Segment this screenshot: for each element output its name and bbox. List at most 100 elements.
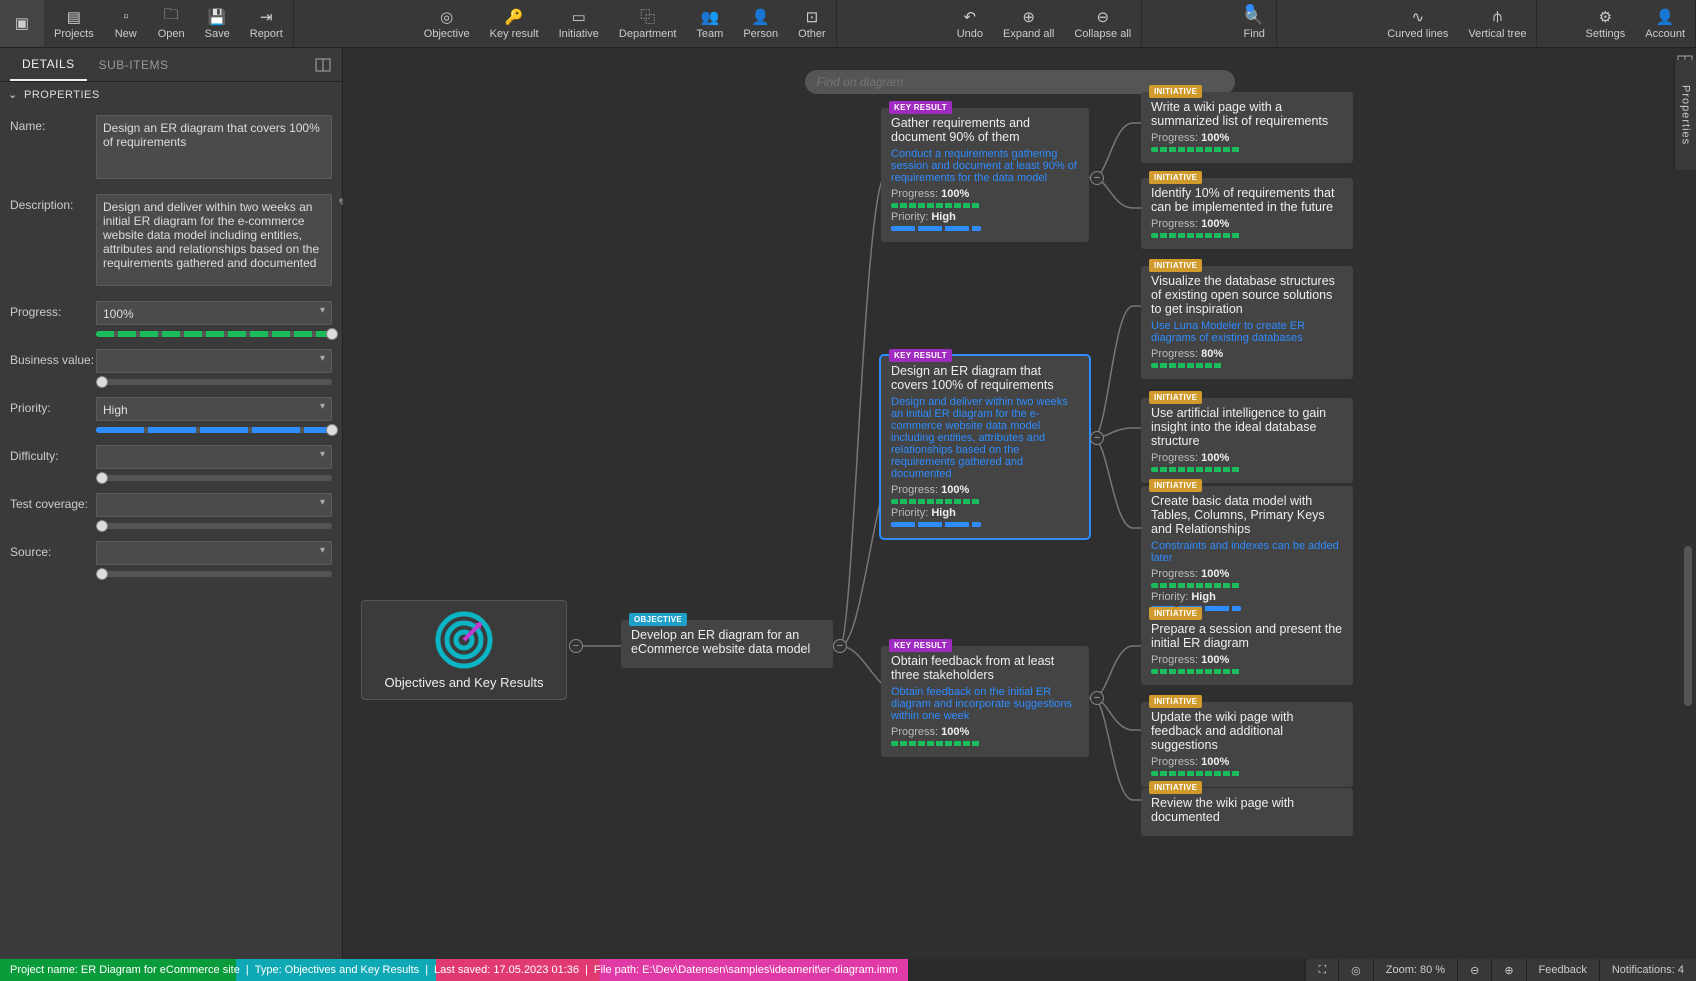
settings-icon: ⚙ bbox=[1596, 8, 1614, 26]
settings-button[interactable]: ⚙Settings bbox=[1576, 0, 1636, 47]
find-button[interactable]: 🔍 Find bbox=[1232, 0, 1276, 47]
vertical-tree-icon: ⫛ bbox=[1488, 8, 1506, 26]
vertical-scrollbar[interactable] bbox=[1684, 546, 1692, 706]
open-button[interactable]: 🗀Open bbox=[148, 0, 195, 47]
app-icon-button[interactable]: ▣ bbox=[0, 0, 44, 47]
priority-slider-handle[interactable] bbox=[326, 424, 338, 436]
objective-button[interactable]: ◎Objective bbox=[414, 0, 480, 47]
undo-button[interactable]: ↶Undo bbox=[947, 0, 993, 47]
test-coverage-select[interactable] bbox=[96, 493, 332, 517]
business-value-slider-handle[interactable] bbox=[96, 376, 108, 388]
zoom-in-button[interactable]: ⊕ bbox=[1491, 959, 1525, 981]
label-description: Description: bbox=[10, 194, 96, 212]
business-value-select[interactable] bbox=[96, 349, 332, 373]
panel-split-icon[interactable] bbox=[314, 56, 332, 74]
team-icon: 👥 bbox=[701, 8, 719, 26]
collapse-all-icon: ⊖ bbox=[1094, 8, 1112, 26]
other-icon: ⊡ bbox=[803, 8, 821, 26]
test-coverage-slider-handle[interactable] bbox=[96, 520, 108, 532]
zoom-fit-button[interactable]: ◎ bbox=[1338, 959, 1373, 981]
diagram-canvas[interactable]: Objectives and Key Results − OBJECTIVE D… bbox=[343, 48, 1696, 959]
zoom-label[interactable]: Zoom: 80 % bbox=[1373, 959, 1457, 981]
curved-lines-icon: ∿ bbox=[1409, 8, 1427, 26]
initiative-badge: INITIATIVE bbox=[1149, 695, 1202, 708]
person-button[interactable]: 👤Person bbox=[733, 0, 788, 47]
initiative-button[interactable]: ▭Initiative bbox=[549, 0, 609, 47]
notifications-button[interactable]: Notifications: 4 bbox=[1599, 959, 1696, 981]
source-slider-handle[interactable] bbox=[96, 568, 108, 580]
account-button[interactable]: 👤Account bbox=[1635, 0, 1695, 47]
status-path: File path: E:\Dev\Datensen\samples\ideam… bbox=[594, 964, 898, 976]
tab-sub-items[interactable]: SUB-ITEMS bbox=[87, 50, 181, 80]
progress-slider-handle[interactable] bbox=[326, 328, 338, 340]
progress-select[interactable]: 100% bbox=[96, 301, 332, 325]
collapse-toggle[interactable]: − bbox=[1090, 431, 1104, 445]
expand-all-icon: ⊕ bbox=[1020, 8, 1038, 26]
fullscreen-button[interactable]: ⛶ bbox=[1305, 959, 1338, 981]
key-result-button[interactable]: 🔑Key result bbox=[480, 0, 549, 47]
collapse-toggle[interactable]: − bbox=[1090, 171, 1104, 185]
initiative-node[interactable]: INITIATIVEVisualize the database structu… bbox=[1141, 266, 1353, 379]
label-difficulty: Difficulty: bbox=[10, 445, 96, 463]
initiative-badge: INITIATIVE bbox=[1149, 171, 1202, 184]
target-icon bbox=[435, 611, 493, 669]
difficulty-slider-handle[interactable] bbox=[96, 472, 108, 484]
initiative-badge: INITIATIVE bbox=[1149, 781, 1202, 794]
collapse-toggle[interactable]: − bbox=[569, 639, 583, 653]
new-icon: ▫ bbox=[117, 8, 135, 26]
new-button[interactable]: ▫New bbox=[104, 0, 148, 47]
objective-icon: ◎ bbox=[438, 8, 456, 26]
label-business-value: Business value: bbox=[10, 349, 96, 367]
person-icon: 👤 bbox=[752, 8, 770, 26]
feedback-button[interactable]: Feedback bbox=[1526, 959, 1599, 981]
undo-icon: ↶ bbox=[961, 8, 979, 26]
priority-select[interactable]: High bbox=[96, 397, 332, 421]
initiative-badge: INITIATIVE bbox=[1149, 607, 1202, 620]
key-result-node-1[interactable]: KEY RESULT Gather requirements and docum… bbox=[881, 108, 1089, 242]
root-title: Objectives and Key Results bbox=[385, 675, 544, 690]
key-result-badge: KEY RESULT bbox=[889, 349, 952, 362]
expand-all-button[interactable]: ⊕Expand all bbox=[993, 0, 1064, 47]
zoom-out-button[interactable]: ⊖ bbox=[1457, 959, 1491, 981]
projects-icon: ▤ bbox=[65, 8, 83, 26]
key-result-node-2[interactable]: KEY RESULT Design an ER diagram that cov… bbox=[881, 356, 1089, 538]
initiative-node[interactable]: INITIATIVEIdentify 10% of requirements t… bbox=[1141, 178, 1353, 249]
status-project: Project name: ER Diagram for eCommerce s… bbox=[10, 964, 240, 976]
initiative-node[interactable]: INITIATIVEUse artificial intelligence to… bbox=[1141, 398, 1353, 483]
vertical-tree-button[interactable]: ⫛Vertical tree bbox=[1458, 0, 1536, 47]
key-result-node-3[interactable]: KEY RESULT Obtain feedback from at least… bbox=[881, 646, 1089, 757]
collapse-toggle[interactable]: − bbox=[833, 639, 847, 653]
properties-section-header[interactable]: ⌄ PROPERTIES bbox=[0, 82, 342, 107]
root-node[interactable]: Objectives and Key Results bbox=[361, 600, 567, 700]
label-source: Source: bbox=[10, 541, 96, 559]
difficulty-select[interactable] bbox=[96, 445, 332, 469]
key-result-badge: KEY RESULT bbox=[889, 101, 952, 114]
report-button[interactable]: ⇥Report bbox=[240, 0, 293, 47]
tab-details[interactable]: DETAILS bbox=[10, 49, 87, 81]
other-button[interactable]: ⊡Other bbox=[788, 0, 836, 47]
status-type: Type: Objectives and Key Results bbox=[255, 964, 419, 976]
initiative-icon: ▭ bbox=[570, 8, 588, 26]
curved-lines-button[interactable]: ∿Curved lines bbox=[1377, 0, 1458, 47]
team-button[interactable]: 👥Team bbox=[686, 0, 733, 47]
chevron-down-icon: ⌄ bbox=[8, 88, 20, 101]
projects-button[interactable]: ▤Projects bbox=[44, 0, 104, 47]
save-icon: 💾 bbox=[208, 8, 226, 26]
save-button[interactable]: 💾Save bbox=[195, 0, 240, 47]
initiative-node[interactable]: INITIATIVECreate basic data model with T… bbox=[1141, 486, 1353, 622]
initiative-node[interactable]: INITIATIVEUpdate the wiki page with feed… bbox=[1141, 702, 1353, 787]
name-field[interactable] bbox=[96, 115, 332, 179]
initiative-node[interactable]: INITIATIVEReview the wiki page with docu… bbox=[1141, 788, 1353, 836]
initiative-node[interactable]: INITIATIVEWrite a wiki page with a summa… bbox=[1141, 92, 1353, 163]
objective-node[interactable]: OBJECTIVE Develop an ER diagram for an e… bbox=[621, 620, 833, 668]
collapse-all-button[interactable]: ⊖Collapse all bbox=[1064, 0, 1141, 47]
initiative-badge: INITIATIVE bbox=[1149, 479, 1202, 492]
source-select[interactable] bbox=[96, 541, 332, 565]
department-button[interactable]: ⿻Department bbox=[609, 0, 686, 47]
key-result-badge: KEY RESULT bbox=[889, 639, 952, 652]
description-field[interactable] bbox=[96, 194, 332, 286]
initiative-node[interactable]: INITIATIVEPrepare a session and present … bbox=[1141, 614, 1353, 685]
properties-panel: DETAILS SUB-ITEMS ⌄ PROPERTIES Name: Des… bbox=[0, 48, 343, 959]
collapse-toggle[interactable]: − bbox=[1090, 691, 1104, 705]
properties-right-tab[interactable]: Properties bbox=[1674, 60, 1696, 170]
